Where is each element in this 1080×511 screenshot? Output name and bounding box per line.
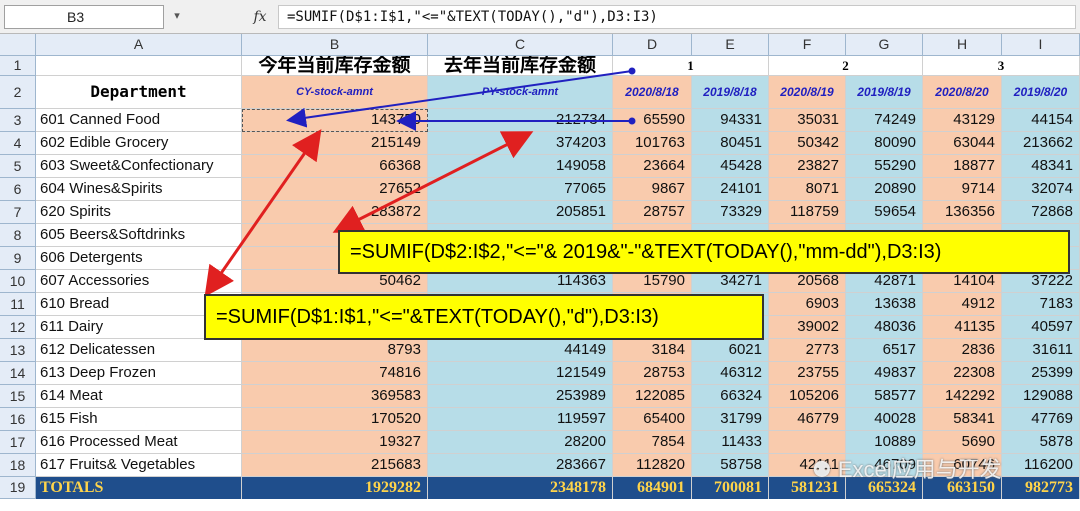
cy-formula-callout: =SUMIF(D$1:I$1,"<="&TEXT(TODAY(),"d"),D3… bbox=[204, 294, 764, 340]
formula-input[interactable]: =SUMIF(D$1:I$1,"<="&TEXT(TODAY(),"d"),D3… bbox=[278, 5, 1076, 29]
name-box[interactable]: B3 bbox=[4, 5, 164, 29]
formula-bar-controls bbox=[188, 5, 248, 29]
blue-arrow-py-dot bbox=[628, 117, 636, 125]
watermark: ⚉ Excel应用与开发 bbox=[812, 452, 1002, 484]
blue-arrow-cy bbox=[286, 70, 633, 128]
watermark-text: Excel应用与开发 bbox=[837, 457, 1002, 482]
wechat-icon: ⚉ bbox=[812, 457, 838, 482]
red-arrow-cy bbox=[204, 129, 322, 297]
blue-arrow-cy-dot bbox=[628, 67, 636, 75]
py-formula-callout: =SUMIF(D$2:I$2,"<="& 2019&"-"&TEXT(TODAY… bbox=[338, 230, 1070, 274]
chevron-down-icon[interactable]: ▾ bbox=[170, 9, 184, 23]
formula-bar: B3 ▾ fx =SUMIF(D$1:I$1,"<="&TEXT(TODAY()… bbox=[0, 0, 1080, 34]
red-arrow-py bbox=[332, 131, 534, 233]
insert-function-icon[interactable]: fx bbox=[248, 5, 272, 29]
